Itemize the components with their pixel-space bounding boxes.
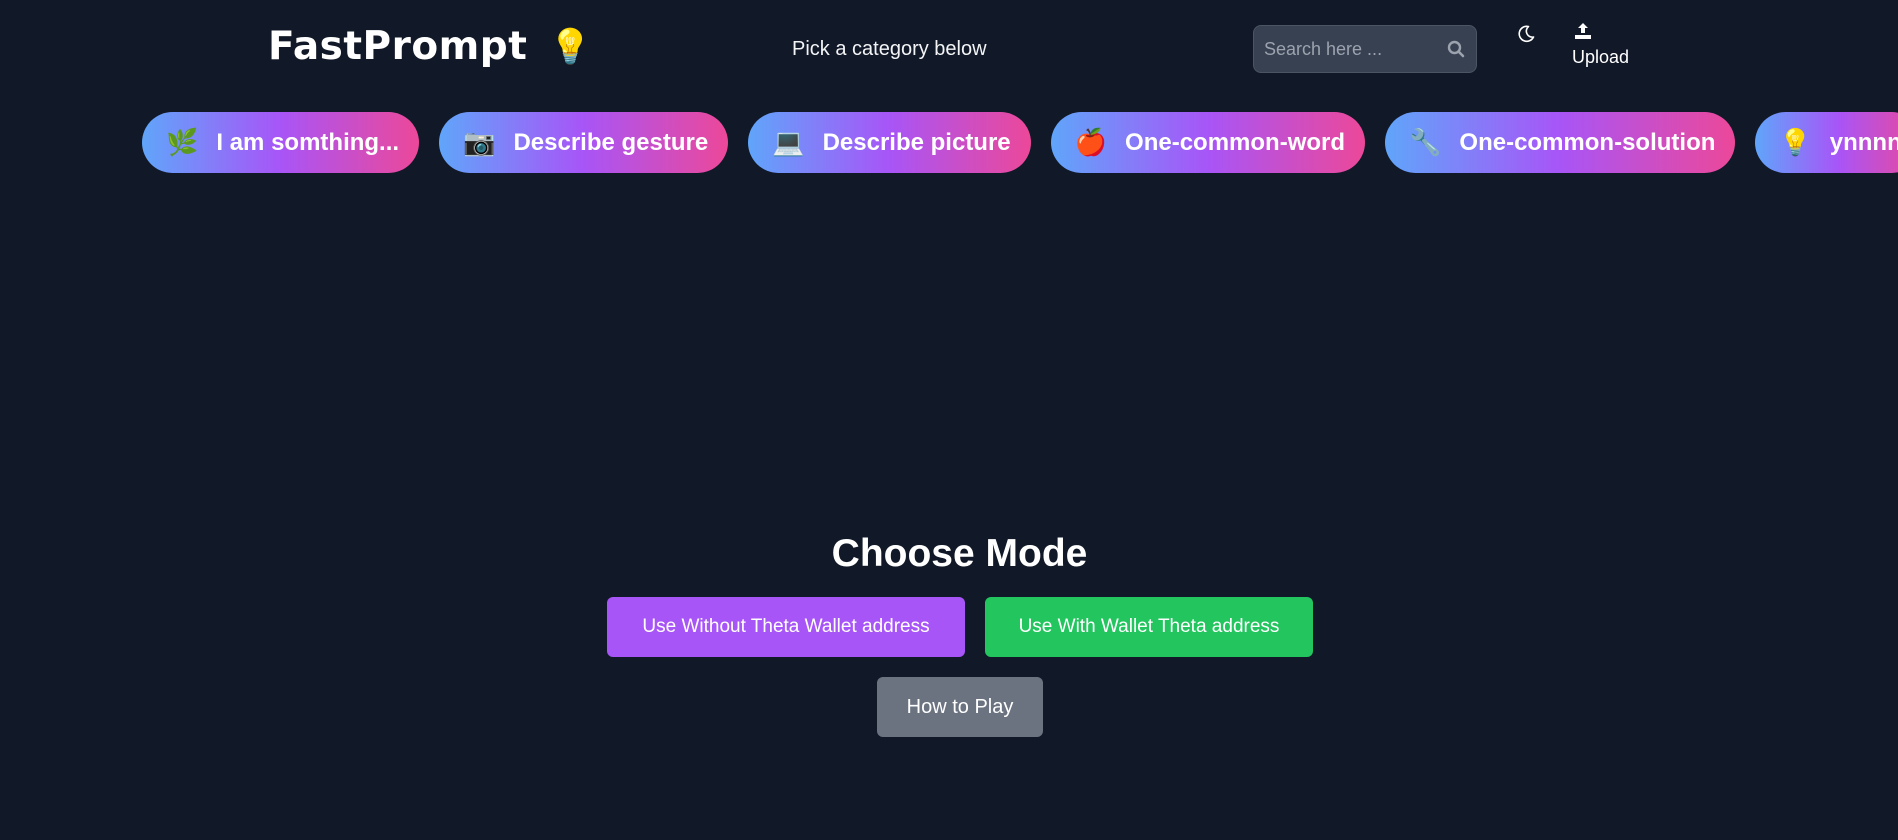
mode-button-group: Use Without Theta Wallet address Use Wit… [607, 597, 1313, 657]
search-icon[interactable] [1446, 39, 1466, 59]
logo[interactable]: FastPrompt 💡 [268, 24, 592, 69]
page: FastPrompt 💡 Pick a category below Uploa… [0, 0, 1898, 840]
category-label: One-common-solution [1459, 128, 1716, 156]
category-describe-picture[interactable]: 💻 Describe picture [748, 112, 1031, 173]
category-describe-gesture[interactable]: 📷 Describe gesture [439, 112, 729, 173]
category-label: Describe gesture [513, 128, 709, 156]
category-one-common-word[interactable]: 🍎 One-common-word [1050, 112, 1366, 173]
dark-mode-toggle[interactable] [1512, 22, 1540, 50]
upload-button[interactable]: Upload [1572, 22, 1629, 68]
use-without-wallet-button[interactable]: Use Without Theta Wallet address [607, 597, 965, 657]
category-label: Describe picture [822, 128, 1011, 156]
wrench-icon: 🔧 [1409, 127, 1442, 157]
category-ynnnn[interactable]: 💡 ynnnn [1755, 112, 1898, 173]
camera-icon: 📷 [463, 127, 496, 157]
upload-icon [1574, 22, 1592, 45]
laptop-icon: 💻 [772, 127, 805, 157]
category-label: I am somthing... [216, 128, 400, 156]
category-prompt-text: Pick a category below [792, 38, 987, 60]
lightbulb-icon: 💡 [549, 26, 593, 67]
category-list: 🌿 I am somthing... 📷 Describe gesture 💻 … [142, 112, 1898, 173]
how-to-play-button[interactable]: How to Play [877, 677, 1043, 737]
category-i-am-something[interactable]: 🌿 I am somthing... [142, 112, 420, 173]
moon-icon [1516, 24, 1536, 49]
category-label: ynnnn [1829, 128, 1898, 156]
logo-text: FastPrompt [268, 24, 528, 69]
search-input[interactable] [1264, 38, 1446, 60]
lightbulb-icon: 💡 [1779, 127, 1812, 157]
upload-label: Upload [1572, 47, 1630, 67]
search-box[interactable] [1253, 25, 1477, 73]
category-one-common-solution[interactable]: 🔧 One-common-solution [1385, 112, 1736, 173]
choose-mode-heading: Choose Mode [831, 532, 1088, 575]
apple-icon: 🍎 [1074, 127, 1108, 157]
leaf-icon: 🌿 [166, 127, 199, 157]
use-with-wallet-button[interactable]: Use With Wallet Theta address [985, 597, 1313, 657]
category-label: One-common-word [1125, 128, 1346, 156]
